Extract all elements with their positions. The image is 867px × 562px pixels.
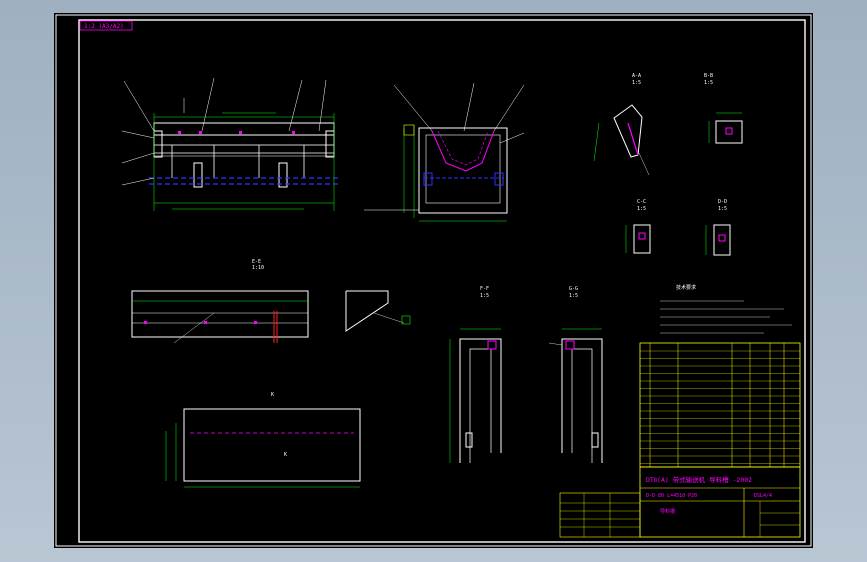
parts-list [639, 342, 801, 468]
section-b-b-label: B-B [704, 73, 713, 79]
section-g-g-label: G-G [569, 286, 578, 292]
section-d-d-label: D-D [718, 199, 727, 205]
detail-a-a: A-A 1:5 B-B 1:5 C-C 1:5 D-D 1:5 [593, 73, 743, 256]
cross-section-view [364, 82, 525, 222]
k-view: K K [165, 392, 361, 488]
section-g-g-scale: 1:5 [569, 293, 578, 299]
front-view [121, 77, 339, 211]
frame-views: F-F 1:5 G-G 1:5 [449, 286, 603, 463]
section-f-f-label: F-F [480, 286, 489, 292]
view-k-label: K [271, 392, 274, 398]
svg-text:K: K [284, 452, 287, 458]
bent-plate-view [345, 290, 411, 332]
section-f-f-scale: 1:5 [480, 293, 489, 299]
section-b-b-scale: 1:5 [704, 80, 713, 86]
cad-viewport[interactable]: 1:2 (A3/A2) A-A 1:5 B-B 1:5 C-C 1:5 D-D … [0, 0, 867, 562]
drawing-canvas: 1:2 (A3/A2) A-A 1:5 B-B 1:5 C-C 1:5 D-D … [55, 14, 812, 547]
drawing-sheet[interactable]: 1:2 (A3/A2) A-A 1:5 B-B 1:5 C-C 1:5 D-D … [54, 13, 813, 548]
section-d-d-scale: 1:5 [718, 206, 727, 212]
title-block-label: 导料槽 [660, 508, 675, 515]
plate-view: E-E 1:10 [131, 259, 309, 344]
title-block: DTⅡ(A) 带式输送机 导料槽 -2002 D-D 80 L=4510 P20… [559, 466, 801, 538]
tech-notes: 技术要求 [660, 284, 792, 334]
tech-requirements-heading: 技术要求 [676, 284, 696, 291]
section-c-c-label: C-C [637, 199, 646, 205]
outer-border [55, 14, 812, 547]
section-e-e-scale: 1:10 [252, 265, 264, 271]
title-block-main: DTⅡ(A) 带式输送机 导料槽 -2002 [646, 475, 752, 484]
title-block-sheet: DSL4/4 [754, 493, 772, 499]
corner-tag: 1:2 (A3/A2) [84, 23, 124, 30]
inner-border [78, 19, 806, 543]
section-a-a-label: A-A [632, 73, 641, 79]
section-c-c-scale: 1:5 [637, 206, 646, 212]
section-a-a-scale: 1:5 [632, 80, 641, 86]
title-block-code: D-D 80 L=4510 P20 [646, 493, 697, 499]
